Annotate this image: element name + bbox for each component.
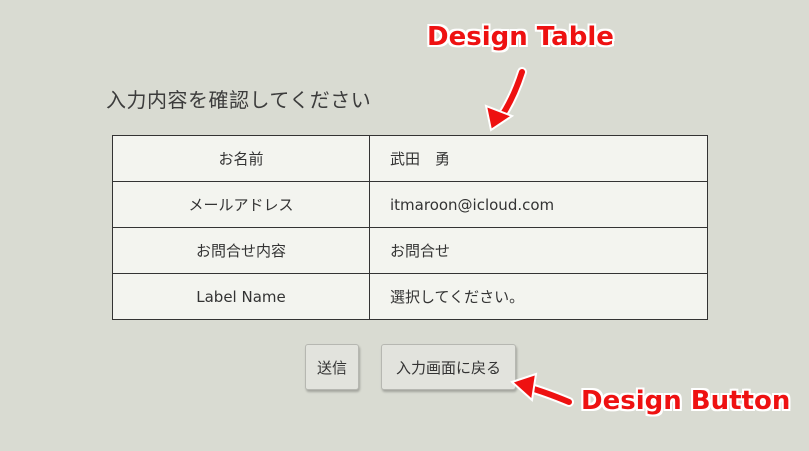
- table-arrow-icon: [484, 67, 527, 132]
- button-arrow-icon: [510, 372, 574, 407]
- annotation-arrows: [484, 67, 574, 407]
